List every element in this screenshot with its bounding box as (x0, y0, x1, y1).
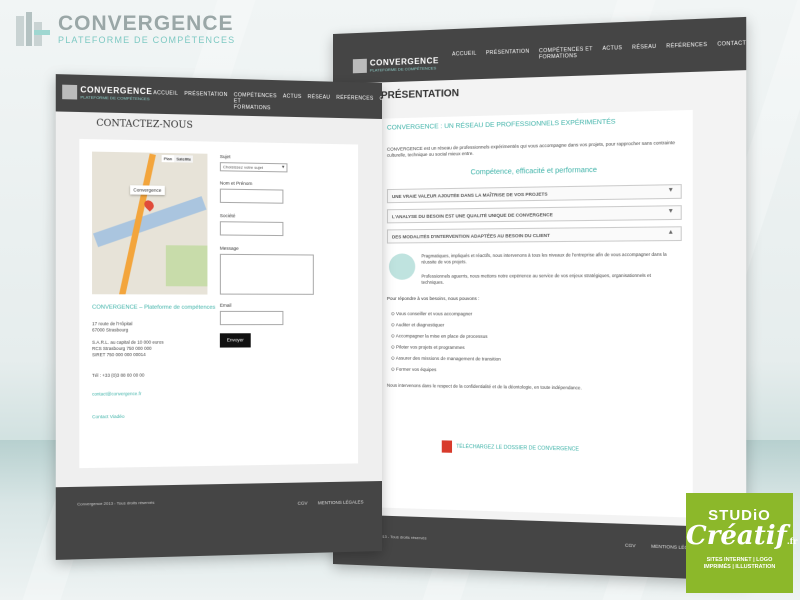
badge-fr: .fr (787, 536, 797, 546)
contact-nav: ACCUEIL PRÉSENTATION COMPÉTENCES ET FORM… (153, 90, 382, 114)
contact-logo: CONVERGENCE PLATEFORME DE COMPÉTENCES (62, 85, 152, 102)
nav-item-presentation[interactable]: PRÉSENTATION (486, 49, 530, 63)
brand-logo: CONVERGENCE PLATEFORME DE COMPÉTENCES (16, 12, 235, 46)
map-pin-label: Convergence (130, 185, 164, 195)
nav-item-actus[interactable]: ACTUS (283, 93, 302, 112)
company-legal: S.A.R.L. au capital de 10 000 euros RCS … (92, 340, 164, 359)
chevron-up-icon: ▲ (668, 229, 675, 235)
nav-item-contact[interactable]: CONTACT (379, 96, 382, 115)
presentation-logo: CONVERGENCE PLATEFORME DE COMPÉTENCES (353, 56, 439, 73)
accordion-label: DES MODALITÉS D'INTERVENTION ADAPTÉES AU… (392, 233, 550, 240)
company-email[interactable]: contact@convergence.fr (92, 391, 141, 397)
logo-mark-icon (62, 85, 77, 100)
map[interactable]: Convergence Plan Satellite (92, 152, 207, 295)
email-field[interactable] (220, 311, 284, 325)
chevron-down-icon: ▼ (668, 187, 675, 193)
contact-footer: Convergence 2013 - Tous droits réservés … (56, 481, 382, 560)
badge-line-4: IMPRIMÉS | ILLUSTRATION (686, 564, 793, 571)
message-label: Message (220, 246, 239, 251)
address-line: 67000 Strasbourg (92, 327, 132, 333)
submit-button[interactable]: Envoyer (220, 333, 251, 347)
nav-item-presentation[interactable]: PRÉSENTATION (184, 91, 227, 110)
name-label: Nom et Prénom (220, 180, 252, 186)
company-phone: Tél : +33 (0)3 88 00 00 00 (92, 372, 144, 377)
list-item: ⊙ Auditer et diagnostiquer (391, 319, 501, 331)
download-link[interactable]: TÉLÉCHARGEZ LE DOSSIER DE CONVERGENCE (442, 440, 579, 455)
chevron-down-icon: ▾ (282, 164, 285, 170)
contact-content: Convergence Plan Satellite CONVERGENCE –… (79, 139, 358, 468)
body-text-1: Pragmatiques, impliqués et réactifs, nou… (421, 252, 675, 266)
subject-label: Sujet (220, 154, 231, 159)
nav-item-reseau[interactable]: RÉSEAU (308, 94, 331, 113)
company-name: CONVERGENCE – Plateforme de compétences (92, 305, 215, 311)
company-address: 17 route de l'Hôpital 67000 Strasbourg (92, 321, 132, 333)
nav-item-references[interactable]: RÉFÉRENCES (666, 42, 707, 56)
map-pin-icon (142, 198, 155, 211)
subject-value: Choisissez votre sujet (223, 164, 263, 170)
company-input[interactable] (220, 221, 284, 236)
tagline: Compétence, efficacité et performance (381, 165, 693, 178)
section-subtitle: CONVERGENCE : UN RÉSEAU DE PROFESSIONNEL… (387, 118, 616, 131)
map-tab-satellite[interactable]: Satellite (174, 155, 193, 163)
badge-line-3: SITES INTERNET | LOGO (686, 557, 793, 564)
brand-mark-icon (16, 12, 50, 46)
intro-text: CONVERGENCE est un réseau de professionn… (387, 140, 682, 159)
presentation-body: PRÉSENTATION CONVERGENCE : UN RÉSEAU DE … (333, 70, 746, 528)
name-input[interactable] (220, 189, 284, 204)
presentation-content: CONVERGENCE : UN RÉSEAU DE PROFESSIONNEL… (381, 110, 693, 518)
nav-item-competences[interactable]: COMPÉTENCES ET FORMATIONS (234, 92, 277, 111)
accordion-label: UNE VRAIE VALEUR AJOUTÉE DANS LA MAÎTRIS… (392, 192, 548, 200)
nav-item-contact[interactable]: CONTACT (717, 40, 746, 54)
page-title: CONTACTEZ-NOUS (96, 119, 193, 131)
studio-creatif-badge: STUDiO Créatif.fr SITES INTERNET | LOGO … (686, 493, 793, 593)
email-label: Email (220, 303, 232, 308)
accordion-item[interactable]: UNE VRAIE VALEUR AJOUTÉE DANS LA MAÎTRIS… (387, 184, 682, 203)
nav-item-competences[interactable]: COMPÉTENCES ET FORMATIONS (539, 46, 593, 60)
nav-item-reseau[interactable]: RÉSEAU (632, 44, 656, 57)
subject-select[interactable]: Choisissez votre sujet ▾ (220, 162, 288, 172)
map-park (166, 245, 208, 286)
list-item: ⊙ Vous conseiller et vous accompagner (391, 308, 501, 319)
badge-line-2: Créatif.fr (686, 524, 793, 553)
list-item: ⊙ Accompagner la mise en place de proces… (391, 330, 501, 342)
legal-line: SIRET 750 000 000 00014 (92, 352, 164, 358)
nav-item-actus[interactable]: ACTUS (602, 45, 622, 58)
nav-item-accueil[interactable]: ACCUEIL (153, 90, 178, 109)
footer-cgv-link[interactable]: CGV (298, 501, 308, 506)
list-item: ⊙ Former vos équipes (391, 364, 501, 376)
nav-item-accueil[interactable]: ACCUEIL (452, 51, 477, 64)
message-textarea[interactable] (220, 254, 314, 295)
footer-copyright: Convergence 2013 - Tous droits réservés (77, 500, 154, 507)
badge-creatif: Créatif (686, 521, 787, 551)
map-type-tabs: Plan Satellite (162, 155, 194, 163)
download-label: TÉLÉCHARGEZ LE DOSSIER DE CONVERGENCE (456, 444, 579, 453)
brand-subtitle: PLATEFORME DE COMPÉTENCES (58, 35, 235, 45)
closing-text: Nous intervenons dans le respect de la c… (387, 383, 682, 393)
contact-screenshot: CONVERGENCE PLATEFORME DE COMPÉTENCES AC… (56, 74, 382, 560)
page-title: PRÉSENTATION (381, 88, 459, 102)
footer-legal-link[interactable]: MENTIONS LÉGALES (318, 499, 364, 505)
logo-mark-icon (353, 59, 367, 74)
pdf-icon (442, 440, 452, 452)
accordion-item-open[interactable]: DES MODALITÉS D'INTERVENTION ADAPTÉES AU… (387, 226, 682, 243)
accordion-label: L'ANALYSE DU BESOIN EST UNE QUALITÉ UNIQ… (392, 212, 553, 219)
nav-item-references[interactable]: RÉFÉRENCES (336, 95, 373, 114)
accordion-item[interactable]: L'ANALYSE DU BESOIN EST UNE QUALITÉ UNIQ… (387, 205, 682, 223)
bullet-list: ⊙ Vous conseiller et vous accompagner ⊙ … (391, 308, 501, 376)
list-lead: Pour répondre à vos besoins, nous pouvon… (387, 296, 480, 301)
chevron-down-icon: ▼ (668, 208, 675, 214)
brand-title: CONVERGENCE (58, 13, 235, 35)
presentation-screenshot: CONVERGENCE PLATEFORME DE COMPÉTENCES AC… (333, 17, 746, 581)
contact-body: CONTACTEZ-NOUS Convergence Plan Satellit… (56, 111, 382, 487)
company-label: Société (220, 213, 235, 218)
viadeo-link[interactable]: Contact Viadéo (92, 414, 125, 420)
presentation-nav: ACCUEIL PRÉSENTATION COMPÉTENCES ET FORM… (452, 40, 746, 63)
list-item: ⊙ Piloter vos projets et programmes (391, 341, 501, 353)
map-tab-plan[interactable]: Plan (162, 155, 175, 162)
body-text-2: Professionnels aguerris, nous mettons no… (421, 273, 675, 286)
footer-cgv-link[interactable]: CGV (625, 543, 636, 549)
illustration-icon (389, 253, 415, 279)
